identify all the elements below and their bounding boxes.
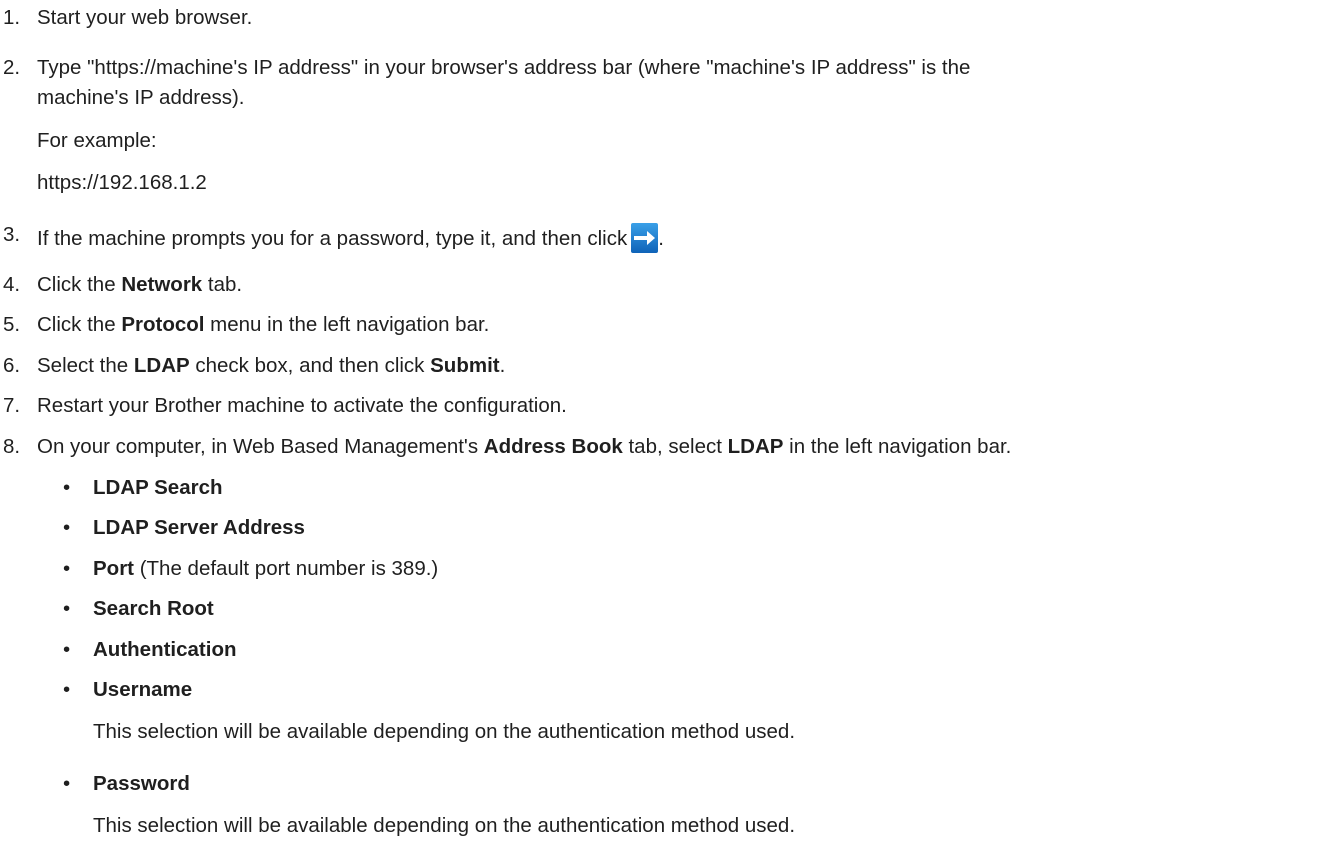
step-number: 6. <box>3 354 21 377</box>
step-number: 5. <box>3 313 21 336</box>
address-book-tab-label: Address Book <box>483 435 623 458</box>
bullet: • <box>63 772 71 795</box>
setting-label: Port <box>93 557 134 580</box>
bullet: • <box>63 516 71 539</box>
submit-label: Submit <box>430 354 500 377</box>
network-tab-label: Network <box>121 273 203 296</box>
bullet: • <box>63 597 71 620</box>
bullet: • <box>63 678 71 701</box>
step-text: Select the LDAP check box, and then clic… <box>37 354 506 377</box>
protocol-menu-label: Protocol <box>121 313 205 336</box>
step-text: Start your web browser. <box>37 6 253 29</box>
step-text: Click the Protocol menu in the left navi… <box>37 313 490 336</box>
bullet: • <box>63 476 71 499</box>
step-number: 3. <box>3 223 21 246</box>
step-number: 1. <box>3 6 21 29</box>
ldap-nav-label: LDAP <box>727 435 784 458</box>
step-text: On your computer, in Web Based Managemen… <box>37 435 1012 458</box>
step-text: If the machine prompts you for a passwor… <box>37 223 664 253</box>
setting-label: Username <box>93 678 193 701</box>
step-number: 4. <box>3 273 21 296</box>
step-text: Type "https://machine's IP address" in y… <box>37 56 971 79</box>
setting-label: Search Root <box>93 597 214 620</box>
step-text: machine's IP address). <box>37 86 245 109</box>
bullet: • <box>63 557 71 580</box>
bullet: • <box>63 638 71 661</box>
step-number: 7. <box>3 394 21 417</box>
setting-label: LDAP Search <box>93 476 223 499</box>
ldap-checkbox-label: LDAP <box>133 354 190 377</box>
right-arrow-icon <box>631 223 659 253</box>
step-number: 2. <box>3 56 21 79</box>
setting-note: (The default port number is 389.) <box>134 557 439 580</box>
setting-label: LDAP Server Address <box>93 516 305 539</box>
setting-label: Authentication <box>93 638 237 661</box>
step-text: Restart your Brother machine to activate… <box>37 394 567 417</box>
step-text: Click the Network tab. <box>37 273 243 296</box>
step-number: 8. <box>3 435 21 458</box>
setting-label: Password <box>93 772 190 795</box>
